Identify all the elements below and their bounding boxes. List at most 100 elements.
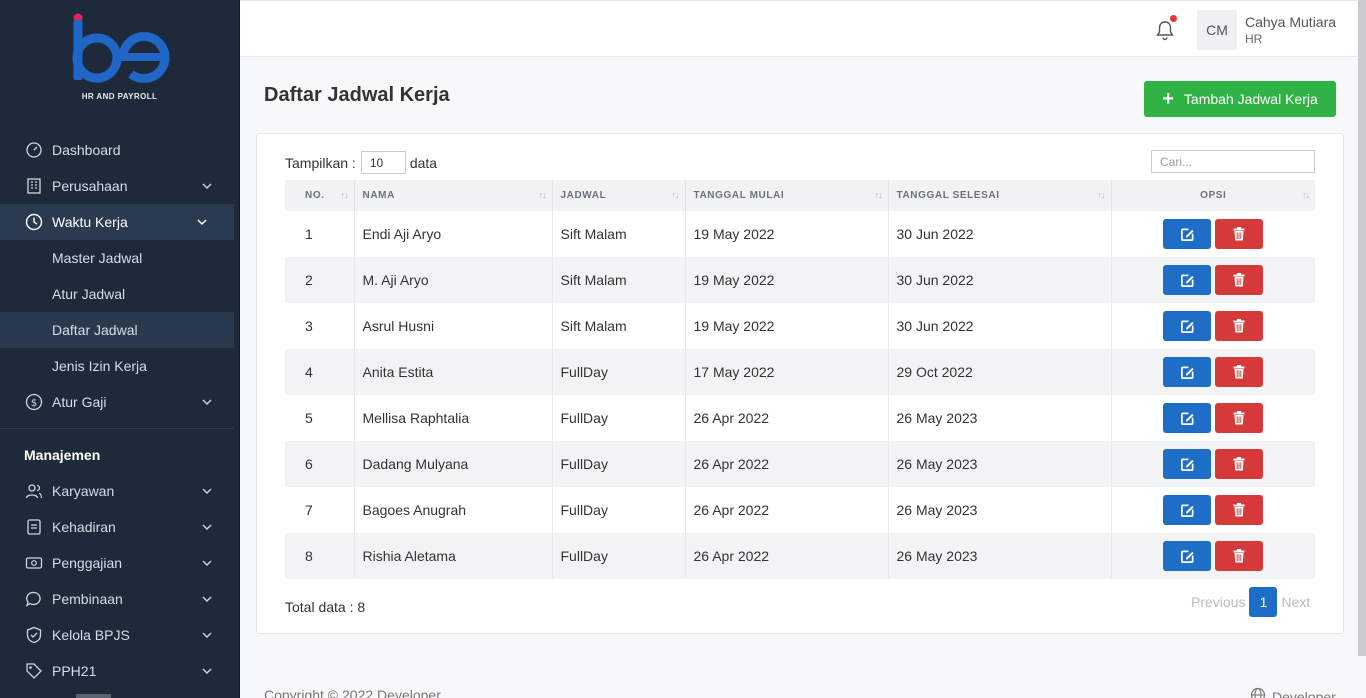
trash-icon [1233, 503, 1245, 517]
delete-button[interactable] [1215, 449, 1264, 479]
sidebar-subitem-atur-jadwal[interactable]: Atur Jadwal [0, 276, 234, 312]
cell-tanggal-selesai: 30 Jun 2022 [888, 303, 1112, 349]
avatar[interactable]: CM [1197, 10, 1237, 50]
edit-button[interactable] [1163, 357, 1212, 387]
delete-button[interactable] [1215, 265, 1264, 295]
edit-button[interactable] [1163, 495, 1212, 525]
edit-button[interactable] [1163, 219, 1212, 249]
sidebar-item-label: Penggajian [52, 555, 123, 571]
dollar-icon: $ [24, 392, 44, 412]
delete-button[interactable] [1215, 541, 1264, 571]
delete-button[interactable] [1215, 403, 1264, 433]
table-header-row: NO. ↑↓ NAMA ↑↓ JADWAL ↑↓ TANGGAL MULAI ↑↓ TA… [285, 180, 1315, 211]
search-input[interactable]: Cari... [1151, 150, 1315, 173]
delete-button[interactable] [1215, 311, 1264, 341]
column-header-tanggal-mulai[interactable]: TANGGAL MULAI ↑↓ [685, 180, 889, 211]
column-header-nama[interactable]: NAMA ↑↓ [354, 180, 553, 211]
logo-text: HR AND PAYROLL [81, 92, 158, 101]
cell-jadwal: FullDay [552, 487, 686, 533]
sidebar-item-pph21[interactable]: PPH21 [0, 653, 239, 689]
row-actions [1163, 495, 1264, 525]
table-row: 3 Asrul Husni Sift Malam 19 May 2022 30 Jun … [285, 303, 1315, 349]
edit-button[interactable] [1163, 449, 1212, 479]
edit-button[interactable] [1163, 265, 1212, 295]
page-size-control: Tampilkan : 10 data [285, 151, 437, 174]
delete-button[interactable] [1215, 357, 1264, 387]
chevron-down-icon [201, 485, 213, 497]
cell-opsi [1111, 441, 1315, 487]
sidebar-item-pembinaan[interactable]: Pembinaan [0, 581, 239, 617]
sidebar-item-label: Daftar Jadwal [52, 322, 138, 338]
sort-icon: ↑↓ [874, 190, 883, 200]
sidebar-subitem-master-jadwal[interactable]: Master Jadwal [0, 240, 234, 276]
column-header-jadwal[interactable]: JADWAL ↑↓ [552, 180, 686, 211]
sidebar-item-label: Karyawan [52, 483, 115, 499]
bell-icon[interactable] [1155, 15, 1177, 41]
cell-no: 4 [285, 349, 355, 395]
chevron-down-icon [201, 557, 213, 569]
sidebar-scrollbar[interactable] [76, 694, 111, 698]
cell-tanggal-selesai: 26 May 2023 [888, 395, 1112, 441]
cell-tanggal-mulai: 19 May 2022 [685, 303, 889, 349]
sidebar-item-dashboard[interactable]: Dashboard [0, 132, 239, 168]
footer-copyright: Copyright © 2022 Developer [264, 687, 441, 698]
edit-icon [1180, 550, 1194, 563]
page-scrollbar[interactable] [1358, 0, 1366, 656]
logo: HR AND PAYROLL [0, 0, 239, 118]
sidebar-item-waktu-kerja[interactable]: Waktu Kerja [0, 204, 234, 240]
show-label: Tampilkan : [285, 154, 356, 171]
cell-opsi [1111, 349, 1315, 395]
edit-button[interactable] [1163, 541, 1212, 571]
cell-tanggal-mulai: 17 May 2022 [685, 349, 889, 395]
be-logo-icon [72, 13, 169, 83]
cell-jadwal: FullDay [552, 395, 686, 441]
building-icon [24, 176, 44, 196]
delete-button[interactable] [1215, 495, 1264, 525]
footer-developer-link[interactable]: Developer [1250, 687, 1336, 698]
cell-no: 1 [285, 211, 355, 257]
add-jadwal-button[interactable]: + Tambah Jadwal Kerja [1144, 81, 1336, 117]
sidebar-item-kelola-bpjs[interactable]: Kelola BPJS [0, 617, 239, 653]
page-size-select[interactable]: 10 [360, 151, 406, 174]
column-header-no[interactable]: NO. ↑↓ [285, 180, 355, 211]
edit-button[interactable] [1163, 311, 1212, 341]
globe-icon [1250, 687, 1266, 698]
sidebar-item-kehadiran[interactable]: Kehadiran [0, 509, 239, 545]
cell-opsi [1111, 533, 1315, 579]
cell-nama: Rishia Aletama [354, 533, 553, 579]
total-count: Total data : 8 [285, 599, 366, 615]
chevron-down-icon [201, 629, 213, 641]
sidebar-item-atur-gaji[interactable]: $ Atur Gaji [0, 384, 239, 420]
chevron-down-icon [201, 180, 213, 192]
table-row: 4 Anita Estita FullDay 17 May 2022 29 Oct 20… [285, 349, 1315, 395]
cash-icon [24, 553, 44, 573]
sidebar-item-label: Dashboard [52, 142, 121, 158]
column-header-tanggal-selesai[interactable]: TANGGAL SELESAI ↑↓ [888, 180, 1112, 211]
sidebar-item-perusahaan[interactable]: Perusahaan [0, 168, 239, 204]
current-page-button[interactable]: 1 [1249, 587, 1278, 617]
previous-page-button[interactable]: Previous [1191, 594, 1245, 610]
column-header-opsi[interactable]: OPSI ↑↓ [1111, 180, 1315, 211]
sidebar: HR AND PAYROLL Dashboard Perusahaan Wakt… [0, 0, 240, 698]
cell-jadwal: Sift Malam [552, 257, 686, 303]
footer-developer-label: Developer [1272, 688, 1336, 698]
user-name[interactable]: Cahya Mutiara [1245, 14, 1336, 30]
cell-tanggal-selesai: 26 May 2023 [888, 441, 1112, 487]
next-page-button[interactable]: Next [1281, 594, 1310, 610]
cell-no: 5 [285, 395, 355, 441]
sidebar-subitem-jenis-izin-kerja[interactable]: Jenis Izin Kerja [0, 348, 234, 384]
chevron-down-icon [201, 665, 213, 677]
delete-button[interactable] [1215, 219, 1264, 249]
sidebar-item-penggajian[interactable]: Penggajian [0, 545, 239, 581]
cell-no: 2 [285, 257, 355, 303]
cell-tanggal-mulai: 26 Apr 2022 [685, 487, 889, 533]
table-row: 1 Endi Aji Aryo Sift Malam 19 May 2022 30 Ju… [285, 211, 1315, 257]
sort-icon: ↑↓ [538, 190, 547, 200]
cell-nama: Endi Aji Aryo [354, 211, 553, 257]
sidebar-subitem-daftar-jadwal[interactable]: Daftar Jadwal [0, 312, 234, 348]
cell-nama: Anita Estita [354, 349, 553, 395]
row-actions [1163, 219, 1264, 249]
edit-button[interactable] [1163, 403, 1212, 433]
trash-icon [1233, 549, 1245, 563]
sidebar-item-karyawan[interactable]: Karyawan [0, 473, 239, 509]
